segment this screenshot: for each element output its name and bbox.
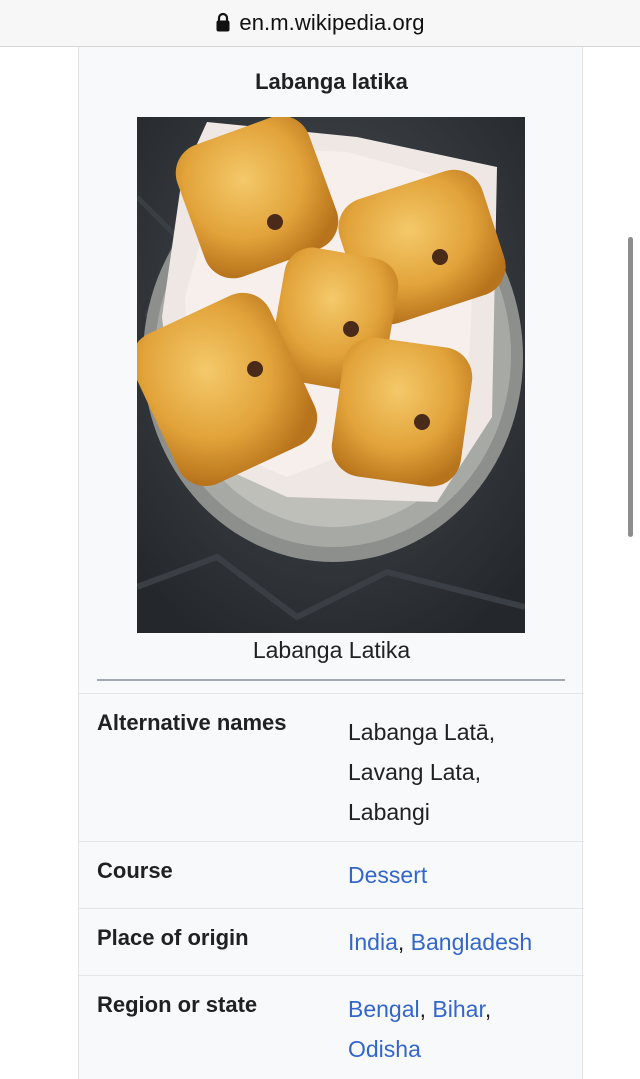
row-label: Alternative names (97, 710, 287, 735)
alt-name: Labanga Latā, (348, 719, 496, 745)
infobox: Labanga latika Labanga Latika Alternativ… (78, 47, 584, 1079)
separator: , (419, 996, 433, 1022)
row-value: Dessert (348, 855, 578, 895)
row-value: Labanga Latā, Lavang Lata, Labangi (348, 712, 578, 832)
alt-name: Labangi (348, 799, 430, 825)
separator: , (397, 929, 411, 955)
link-dessert[interactable]: Dessert (348, 862, 427, 888)
infobox-row-alternative-names: Alternative names Labanga Latā, Lavang L… (79, 693, 584, 841)
row-label: Region or state (97, 992, 258, 1017)
infobox-row-course: Course Dessert (79, 841, 584, 908)
separator: , (484, 996, 492, 1022)
link-bangladesh[interactable]: Bangladesh (411, 929, 533, 955)
link-odisha[interactable]: Odisha (348, 1036, 421, 1062)
infobox-title: Labanga latika (255, 69, 408, 94)
infobox-row-place-of-origin: Place of origin India, Bangladesh (79, 908, 584, 975)
url-text[interactable]: en.m.wikipedia.org (239, 10, 424, 36)
link-india[interactable]: India (348, 929, 398, 955)
scrollbar[interactable] (628, 237, 633, 537)
row-value: India, Bangladesh (348, 922, 578, 962)
food-photo[interactable] (137, 117, 525, 633)
caption-divider (97, 679, 565, 681)
row-label: Place of origin (97, 925, 249, 950)
alt-name: Lavang Lata, (348, 759, 482, 785)
infobox-row-region-or-state: Region or state Bengal, Bihar, Odisha (79, 975, 584, 1079)
image-caption: Labanga Latika (252, 637, 411, 663)
lock-icon (215, 12, 231, 32)
link-bihar[interactable]: Bihar (432, 996, 484, 1022)
browser-url-bar[interactable]: en.m.wikipedia.org (0, 0, 640, 47)
link-bengal[interactable]: Bengal (348, 996, 420, 1022)
row-label: Course (97, 858, 173, 883)
row-value: Bengal, Bihar, Odisha (348, 989, 578, 1069)
